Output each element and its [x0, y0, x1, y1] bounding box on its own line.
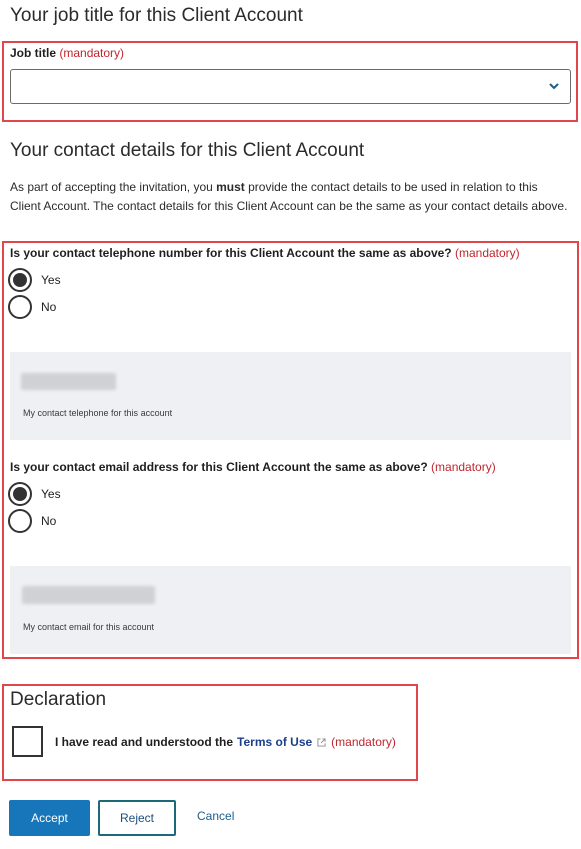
job-section-heading: Your job title for this Client Account	[10, 5, 303, 26]
email-yes-radio[interactable]	[8, 482, 32, 506]
phone-yes-option[interactable]: Yes	[8, 268, 61, 292]
job-title-select[interactable]	[10, 69, 571, 104]
email-value-redacted	[22, 586, 155, 604]
phone-no-label: No	[41, 300, 57, 314]
email-question: Is your contact email address for this C…	[10, 460, 496, 474]
reject-button[interactable]: Reject	[98, 800, 176, 836]
email-no-option[interactable]: No	[8, 509, 56, 533]
phone-caption: My contact telephone for this account	[23, 408, 173, 418]
contact-intro-text: As part of accepting the invitation, you…	[10, 180, 568, 213]
email-panel: My contact email for this account	[10, 566, 571, 654]
phone-yes-radio[interactable]	[8, 268, 32, 292]
phone-mandatory: (mandatory)	[454, 246, 520, 260]
phone-question: Is your contact telephone number for thi…	[10, 246, 520, 260]
declaration-heading: Declaration	[10, 689, 107, 710]
phone-yes-label: Yes	[41, 273, 61, 287]
declaration-text: I have read and understood the Terms of …	[55, 735, 396, 749]
cancel-link[interactable]: Cancel	[197, 809, 234, 823]
phone-no-radio[interactable]	[8, 295, 32, 319]
job-title-mandatory: (mandatory)	[59, 46, 125, 60]
chevron-down-icon	[549, 83, 559, 90]
email-yes-label: Yes	[41, 487, 61, 501]
phone-no-option[interactable]: No	[8, 295, 56, 319]
email-mandatory: (mandatory)	[431, 460, 496, 474]
terms-checkbox[interactable]	[12, 726, 43, 757]
phone-panel: My contact telephone for this account	[10, 352, 571, 440]
email-no-radio[interactable]	[8, 509, 32, 533]
contact-section-heading: Your contact details for this Client Acc…	[10, 140, 365, 161]
declaration-mandatory: (mandatory)	[331, 735, 396, 749]
email-caption: My contact email for this account	[23, 622, 155, 632]
phone-value-redacted	[21, 373, 116, 390]
terms-of-use-link[interactable]: Terms of Use	[237, 735, 312, 749]
job-title-label: Job title (mandatory)	[10, 46, 125, 60]
email-yes-option[interactable]: Yes	[8, 482, 61, 506]
accept-button[interactable]: Accept	[9, 800, 90, 836]
external-link-icon	[317, 737, 326, 747]
email-no-label: No	[41, 514, 57, 528]
